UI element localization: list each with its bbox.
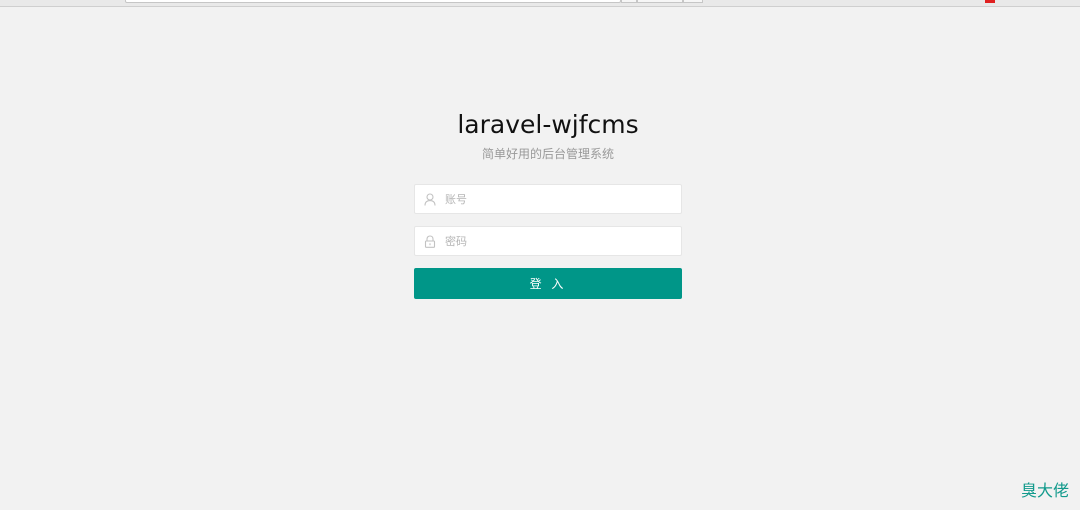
- notification-badge: [985, 0, 995, 3]
- password-field[interactable]: [414, 226, 682, 256]
- username-input[interactable]: [445, 185, 675, 213]
- username-field[interactable]: [414, 184, 682, 214]
- address-bar-button[interactable]: [621, 0, 637, 3]
- password-input[interactable]: [445, 227, 675, 255]
- user-icon: [424, 193, 436, 206]
- address-bar-button[interactable]: [683, 0, 703, 3]
- address-bar[interactable]: [125, 0, 621, 3]
- browser-toolbar: [0, 0, 1080, 7]
- login-form: laravel-wjfcms 简单好用的后台管理系统 登 入: [414, 108, 682, 299]
- page-title: laravel-wjfcms: [457, 110, 639, 139]
- login-button[interactable]: 登 入: [414, 268, 682, 299]
- lock-icon: [424, 235, 436, 248]
- watermark: 臭大佬: [1020, 481, 1069, 500]
- address-bar-button[interactable]: [637, 0, 683, 3]
- page-subtitle: 简单好用的后台管理系统: [481, 147, 614, 161]
